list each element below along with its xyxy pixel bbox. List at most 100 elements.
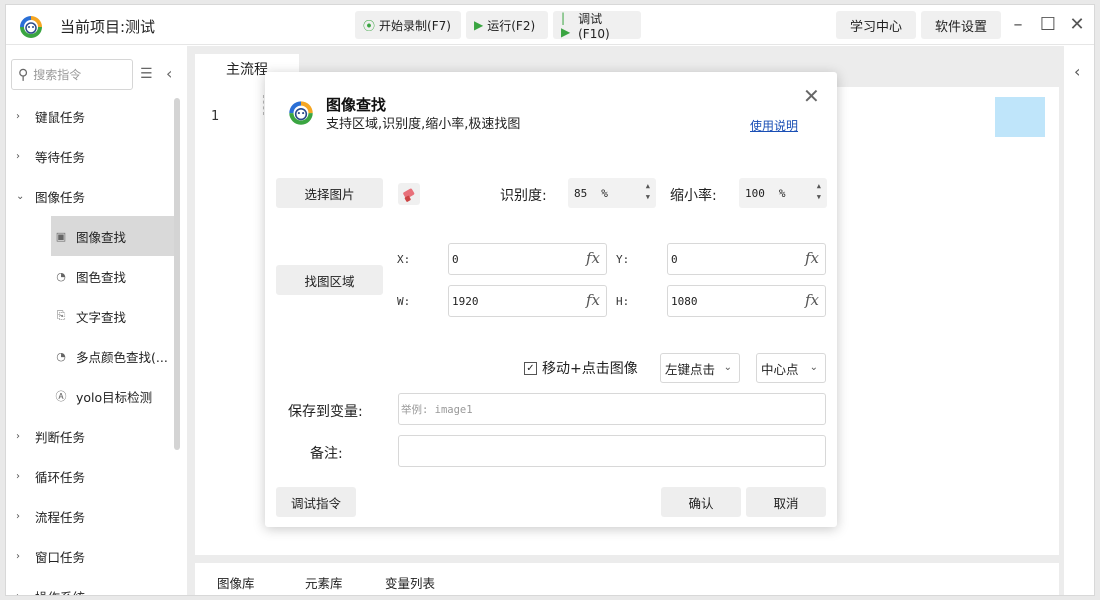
chevron-right-icon: › xyxy=(16,550,20,562)
category-window[interactable]: › 窗口任务 xyxy=(6,536,176,576)
shrink-value: 100 xyxy=(745,186,765,200)
h-field[interactable]: 1080 fx xyxy=(667,285,826,317)
note-label: 备注: xyxy=(310,446,343,462)
learn-center-button[interactable]: 学习中心 xyxy=(836,11,916,39)
recognition-value: 85 xyxy=(574,186,588,200)
y-field[interactable]: 0 fx xyxy=(667,243,826,275)
help-link[interactable]: 使用说明 xyxy=(750,117,798,134)
indent-guide xyxy=(263,95,264,115)
confirm-button[interactable]: 确认 xyxy=(661,487,741,517)
chevron-down-icon: ⌄ xyxy=(723,362,732,373)
chevron-down-icon: ⌄ xyxy=(809,362,818,373)
fx-icon[interactable]: fx xyxy=(586,291,600,309)
expand-panel-icon[interactable]: ‹ xyxy=(1074,62,1080,81)
note-input[interactable] xyxy=(398,435,826,467)
search-box[interactable]: ⚲ xyxy=(11,59,133,90)
category-wait[interactable]: › 等待任务 xyxy=(6,136,176,176)
shrink-label: 缩小率: xyxy=(670,188,717,204)
click-type-select[interactable]: 左键点击 ⌄ xyxy=(660,353,740,383)
chevron-down-icon: ⌄ xyxy=(16,190,25,202)
sidebar-item-multipoint-color[interactable]: ◔ 多点颜色查找(... xyxy=(6,336,176,376)
category-loop[interactable]: › 循环任务 xyxy=(6,456,176,496)
text-doc-icon: ⎘ xyxy=(56,309,66,322)
cancel-button[interactable]: 取消 xyxy=(746,487,826,517)
debug-command-button[interactable]: 调试指令 xyxy=(276,487,356,517)
chevron-right-icon: › xyxy=(16,430,20,442)
maximize-icon[interactable]: ☐ xyxy=(1036,13,1060,37)
recognition-label: 识别度: xyxy=(500,188,547,204)
palette-icon: ◔ xyxy=(56,349,66,363)
category-condition[interactable]: › 判断任务 xyxy=(6,416,176,456)
bottom-panel: 图像库 元素库 变量列表 xyxy=(195,563,1059,595)
sidebar-scrollbar[interactable] xyxy=(174,98,180,450)
right-panel-rail: ‹ xyxy=(1064,46,1094,595)
category-flow[interactable]: › 流程任务 xyxy=(6,496,176,536)
category-image[interactable]: ⌄ 图像任务 xyxy=(6,176,176,216)
software-settings-button[interactable]: 软件设置 xyxy=(921,11,1001,39)
select-image-button[interactable]: 选择图片 xyxy=(276,178,383,208)
move-click-checkbox-row[interactable]: ✓ 移动+点击图像 xyxy=(524,358,638,378)
palette-icon: ◔ xyxy=(56,269,66,283)
chevron-right-icon: › xyxy=(16,510,20,522)
category-mouse-keyboard[interactable]: › 键鼠任务 xyxy=(6,96,176,136)
sidebar-item-text-find[interactable]: ⎘ 文字查找 xyxy=(6,296,176,336)
eraser-button[interactable] xyxy=(398,183,420,205)
stepper-down-icon[interactable]: ▼ xyxy=(646,192,650,203)
debug-label: 调试(F10) xyxy=(578,11,610,41)
save-var-label: 保存到变量: xyxy=(288,404,363,420)
run-button[interactable]: ▶ 运行(F2) xyxy=(466,11,548,39)
y-label: Y: xyxy=(616,253,630,266)
click-point-select[interactable]: 中心点 ⌄ xyxy=(756,353,826,383)
sidebar-item-yolo[interactable]: Ⓐ yolo目标检测 xyxy=(6,376,176,416)
chevron-right-icon: › xyxy=(16,110,20,122)
collapse-sidebar-icon[interactable]: ‹ xyxy=(166,64,172,83)
run-label: 运行(F2) xyxy=(487,18,536,33)
stepper-up-icon[interactable]: ▲ xyxy=(646,181,650,192)
chevron-right-icon: › xyxy=(16,470,20,482)
sidebar-item-image-find[interactable]: ▣ 图像查找 xyxy=(51,216,176,256)
collapse-list-icon[interactable]: ☰ xyxy=(140,66,153,82)
minimize-icon[interactable]: – xyxy=(1006,13,1030,37)
debug-button[interactable]: |▶ 调试(F10) xyxy=(553,11,641,41)
selected-command-row[interactable] xyxy=(995,97,1045,137)
image-find-dialog: 图像查找 支持区域,识别度,缩小率,极速找图 使用说明 ✕ 选择图片 识别度: … xyxy=(265,72,837,527)
move-click-label: 移动+点击图像 xyxy=(542,361,638,377)
ai-icon: Ⓐ xyxy=(55,390,67,403)
record-label: 开始录制(F7) xyxy=(379,18,451,33)
command-tree: › 键鼠任务 › 等待任务 ⌄ 图像任务 ▣ 图像查找 ◔ 图色查找 ⎘ 文字查… xyxy=(6,96,176,596)
search-input[interactable] xyxy=(33,67,122,82)
project-title: 当前项目:测试 xyxy=(60,18,156,36)
w-field[interactable]: 1920 fx xyxy=(448,285,607,317)
fx-icon[interactable]: fx xyxy=(805,291,819,309)
x-label: X: xyxy=(397,253,411,266)
command-sidebar: ⚲ ☰ ‹ › 键鼠任务 › 等待任务 ⌄ 图像任务 ▣ 图像查找 ◔ xyxy=(6,46,187,596)
fx-icon[interactable]: fx xyxy=(805,249,819,267)
dialog-title: 图像查找 xyxy=(326,96,387,114)
move-click-checkbox[interactable]: ✓ xyxy=(524,361,537,375)
sidebar-item-color-find[interactable]: ◔ 图色查找 xyxy=(6,256,176,296)
record-button[interactable]: ⦿ 开始录制(F7) xyxy=(355,11,461,39)
find-region-button[interactable]: 找图区域 xyxy=(276,265,383,295)
recognition-stepper[interactable]: 85 % ▲ ▼ xyxy=(568,178,656,208)
close-window-icon[interactable]: ✕ xyxy=(1065,13,1089,37)
app-logo-icon xyxy=(20,16,42,38)
chevron-right-icon: › xyxy=(16,590,20,596)
tab-image-library[interactable]: 图像库 xyxy=(217,573,255,592)
save-var-input[interactable]: 举例: image1 xyxy=(398,393,826,425)
dialog-logo-icon xyxy=(289,101,313,125)
x-field[interactable]: 0 fx xyxy=(448,243,607,275)
w-label: W: xyxy=(397,295,411,308)
stepper-up-icon[interactable]: ▲ xyxy=(817,181,821,192)
line-number: 1 xyxy=(211,109,220,124)
tab-element-library[interactable]: 元素库 xyxy=(305,573,343,592)
close-icon[interactable]: ✕ xyxy=(803,84,820,108)
tab-variable-list[interactable]: 变量列表 xyxy=(385,573,435,592)
category-os[interactable]: › 操作系统 xyxy=(6,576,176,596)
shrink-stepper[interactable]: 100 % ▲ ▼ xyxy=(739,178,827,208)
stepper-down-icon[interactable]: ▼ xyxy=(817,192,821,203)
fx-icon[interactable]: fx xyxy=(586,249,600,267)
eraser-icon xyxy=(403,188,415,202)
play-icon: ▶ xyxy=(474,18,484,32)
dialog-subtitle: 支持区域,识别度,缩小率,极速找图 xyxy=(326,117,521,132)
h-label: H: xyxy=(616,295,630,308)
